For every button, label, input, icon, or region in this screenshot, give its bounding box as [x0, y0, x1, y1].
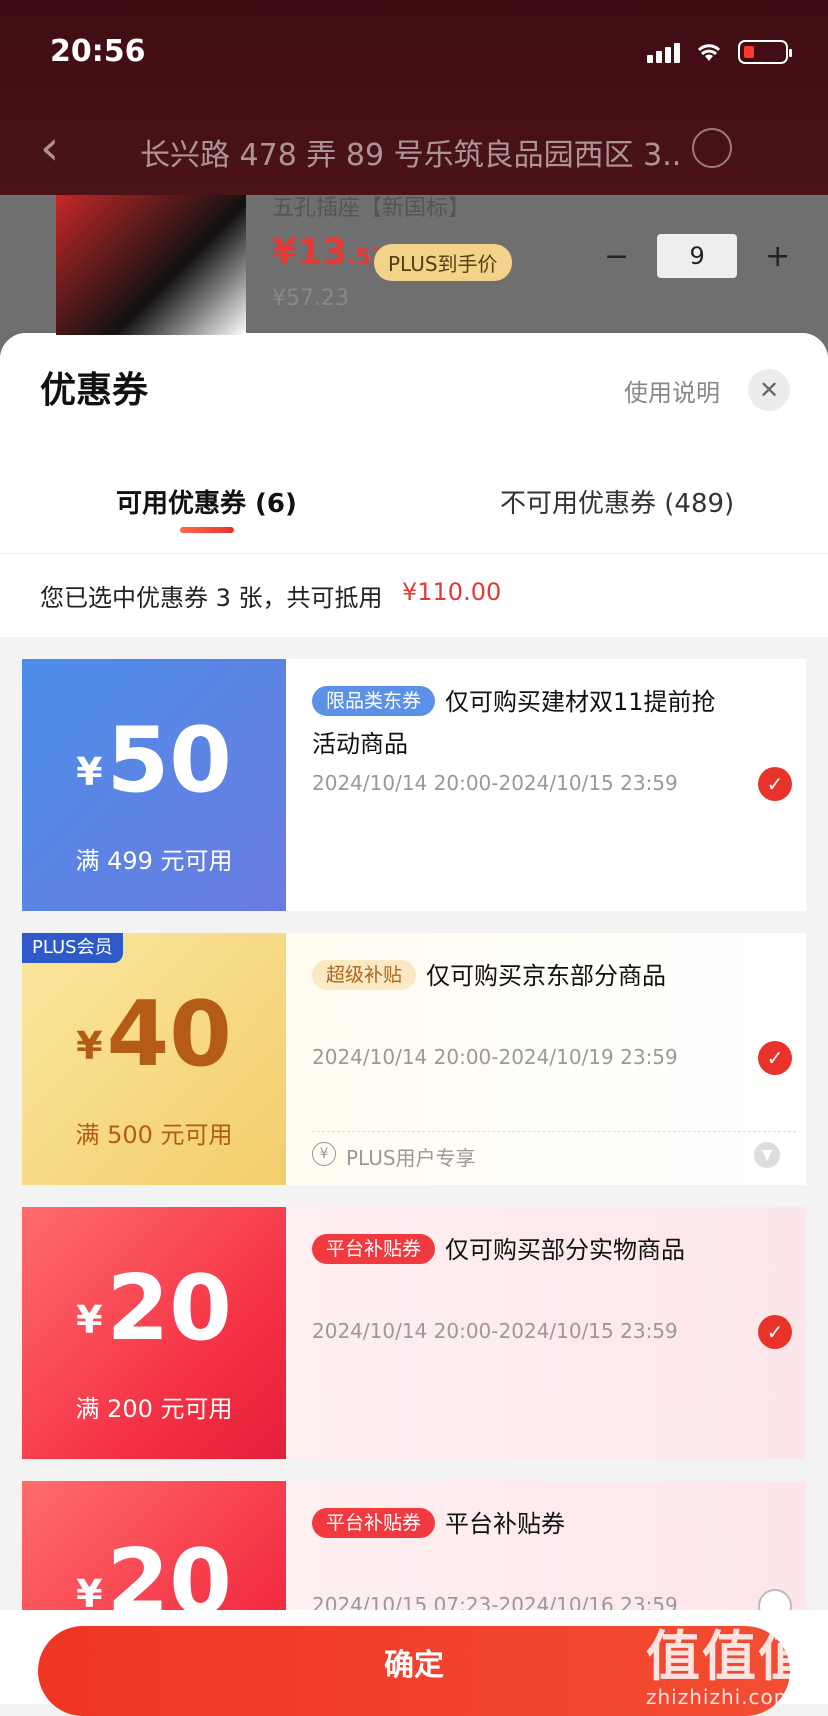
coupon-tag: 平台补贴券 — [312, 1508, 436, 1538]
coupon-amount: ¥20 — [22, 1259, 286, 1370]
checked-icon[interactable]: ✓ — [758, 1041, 792, 1075]
currency-symbol: ¥ — [76, 750, 103, 794]
wifi-icon — [697, 44, 721, 61]
tab-available-coupons[interactable]: 可用优惠券 (6) — [116, 483, 297, 520]
product-original-price: ¥57.23 — [272, 286, 349, 311]
coupon-description: 超级补贴 仅可购买京东部分商品 — [312, 955, 732, 997]
watermark-site: zhizhizhi.com — [646, 1685, 795, 1709]
coupon-desc-text: 仅可购买京东部分商品 — [426, 962, 667, 990]
coupon-validity: 2024/10/14 20:00-2024/10/15 23:59 — [312, 1319, 678, 1343]
selection-summary: 您已选中优惠券 3 张，共可抵用 ¥110.00 — [0, 553, 828, 637]
signal-icon — [647, 41, 680, 63]
coupon-card[interactable]: PLUS会员 ¥40 满 500 元可用 超级补贴 仅可购买京东部分商品 2024… — [22, 933, 806, 1185]
coupon-tag: 超级补贴 — [312, 960, 417, 990]
tab-unavailable-coupons[interactable]: 不可用优惠券 (489) — [500, 483, 734, 520]
close-icon[interactable]: ✕ — [748, 369, 790, 411]
watermark-logo: 值值值 — [646, 1625, 814, 1688]
coupon-sheet: 优惠券 使用说明 ✕ 可用优惠券 (6) 不可用优惠券 (489) 您已选中优惠… — [0, 333, 828, 1704]
checked-icon[interactable]: ✓ — [758, 767, 792, 801]
status-icons — [647, 40, 792, 64]
coupon-amount-value: 20 — [106, 1256, 232, 1361]
coupon-amount-value: 50 — [106, 708, 232, 813]
battery-icon — [738, 40, 792, 64]
plus-icon[interactable]: + — [765, 239, 790, 274]
coupon-threshold: 满 200 元可用 — [75, 1395, 233, 1423]
coupon-amount: ¥40 — [22, 985, 286, 1096]
coupon-amount: ¥50 — [22, 711, 286, 822]
summary-amount: ¥110.00 — [402, 578, 502, 606]
quantity-value[interactable]: 9 — [657, 234, 738, 278]
coupon-value-panel: ¥40 满 500 元可用 — [22, 933, 286, 1185]
coupon-amount-value: 40 — [106, 982, 232, 1087]
sheet-title: 优惠券 — [40, 370, 149, 411]
back-icon[interactable]: ‹ — [40, 124, 59, 172]
currency-symbol: ¥ — [76, 1024, 103, 1068]
coupon-list: ¥50 满 499 元可用 限品类东券 仅可购买建材双11提前抢活动商品 2024… — [0, 637, 828, 1704]
product-image — [56, 195, 246, 335]
product-price-integer: ¥13 — [272, 232, 348, 273]
quantity-stepper: − 9 + — [604, 234, 790, 278]
delivery-address[interactable]: 长兴路 478 弄 89 号乐筑良品园西区 3... — [140, 130, 680, 174]
coupon-card[interactable]: ¥50 满 499 元可用 限品类东券 仅可购买建材双11提前抢活动商品 2024… — [22, 659, 806, 911]
coupon-value-panel: ¥20 满 200 元可用 — [22, 1207, 286, 1459]
coupon-threshold: 满 499 元可用 — [75, 847, 233, 875]
plus-member-badge: PLUS会员 — [22, 933, 123, 963]
summary-label: 您已选中优惠券 3 张，共可抵用 — [40, 584, 383, 612]
coupon-validity: 2024/10/14 20:00-2024/10/19 23:59 — [312, 1045, 678, 1069]
sheet-header: 优惠券 使用说明 ✕ 可用优惠券 (6) 不可用优惠券 (489) — [0, 333, 828, 553]
coupon-tag: 平台补贴券 — [312, 1234, 436, 1264]
plus-exclusive-note[interactable]: ¥ PLUS用户专享 ▼ — [312, 1131, 796, 1175]
address-bar: ‹ 长兴路 478 弄 89 号乐筑良品园西区 3... — [0, 120, 828, 180]
coupon-desc-text: 平台补贴券 — [445, 1510, 566, 1538]
currency-symbol: ¥ — [76, 1298, 103, 1342]
status-time: 20:56 — [50, 34, 146, 69]
checked-icon[interactable]: ✓ — [758, 1315, 792, 1349]
coupon-value-panel: ¥50 满 499 元可用 — [22, 659, 286, 911]
site-watermark: 值值值 zhizhizhi.com — [646, 1612, 814, 1709]
active-tab-indicator — [180, 527, 234, 533]
coupon-info: 限品类东券 仅可购买建材双11提前抢活动商品 2024/10/14 20:00-2… — [312, 659, 752, 911]
coupon-card[interactable]: ¥20 满 200 元可用 平台补贴券 仅可购买部分实物商品 2024/10/14… — [22, 1207, 806, 1459]
chevron-down-icon[interactable]: ▼ — [754, 1142, 780, 1168]
status-bar: 20:56 — [0, 30, 828, 74]
coupon-description: 限品类东券 仅可购买建材双11提前抢活动商品 — [312, 681, 732, 765]
coupon-validity: 2024/10/14 20:00-2024/10/15 23:59 — [312, 771, 678, 795]
coupon-desc-text: 仅可购买部分实物商品 — [445, 1236, 686, 1264]
coupon-threshold: 满 500 元可用 — [75, 1121, 233, 1149]
product-price: ¥13.53 — [272, 232, 386, 273]
plus-exclusive-text: PLUS用户专享 — [346, 1146, 476, 1170]
usage-instructions-link[interactable]: 使用说明 — [624, 373, 720, 408]
coupon-tag: 限品类东券 — [312, 686, 436, 716]
product-name: 五孔插座【新国标】 — [272, 196, 471, 221]
coupon-description: 平台补贴券 仅可购买部分实物商品 — [312, 1229, 732, 1271]
plus-price-badge: PLUS到手价 — [374, 244, 512, 281]
minus-icon[interactable]: − — [604, 239, 629, 274]
yen-circle-icon: ¥ — [312, 1142, 336, 1166]
location-pin-icon[interactable] — [692, 128, 732, 168]
coupon-description: 平台补贴券 平台补贴券 — [312, 1503, 732, 1545]
coupon-info: 平台补贴券 仅可购买部分实物商品 2024/10/14 20:00-2024/10… — [312, 1207, 752, 1459]
